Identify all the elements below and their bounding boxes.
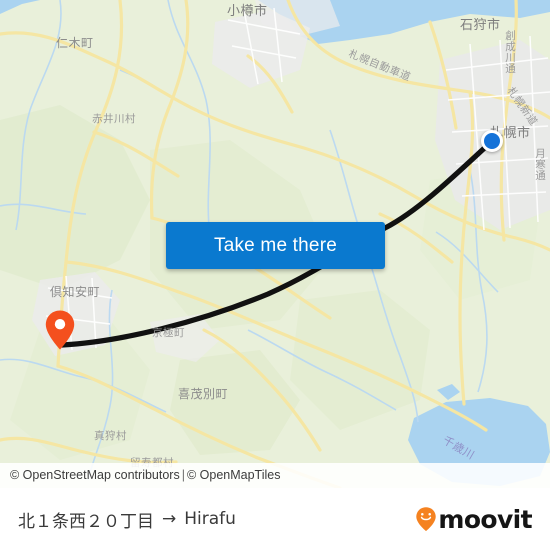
arrow-right-icon: → [162, 509, 177, 529]
footer-bar: 北１条西２０丁目 → Hirafu moovit [0, 488, 550, 550]
attribution-osm[interactable]: © OpenStreetMap contributors [10, 468, 180, 482]
route-summary: 北１条西２０丁目 → Hirafu [18, 507, 236, 532]
attribution-separator: | [181, 468, 185, 482]
moovit-route-map-screen: 仁木町 小樽市 石狩市 赤井川村 札幌市 倶知安町 京極町 喜茂別町 真狩村 留… [0, 0, 550, 550]
route-destination-label: Hirafu [184, 509, 236, 529]
moovit-logo[interactable]: moovit [415, 504, 533, 534]
origin-marker-dot[interactable] [481, 130, 503, 152]
moovit-wordmark: moovit [438, 504, 532, 534]
destination-marker-pin[interactable] [44, 309, 76, 351]
map-attribution: © OpenStreetMap contributors | © OpenMapTi… [0, 463, 550, 488]
take-me-there-button[interactable]: Take me there [166, 222, 385, 269]
route-origin-label: 北１条西２０丁目 [18, 511, 154, 532]
map-pin-icon [45, 310, 75, 350]
map-canvas[interactable]: 仁木町 小樽市 石狩市 赤井川村 札幌市 倶知安町 京極町 喜茂別町 真狩村 留… [0, 0, 550, 488]
moovit-pin-smiley-icon [416, 507, 437, 531]
attribution-tiles[interactable]: © OpenMapTiles [187, 468, 281, 482]
